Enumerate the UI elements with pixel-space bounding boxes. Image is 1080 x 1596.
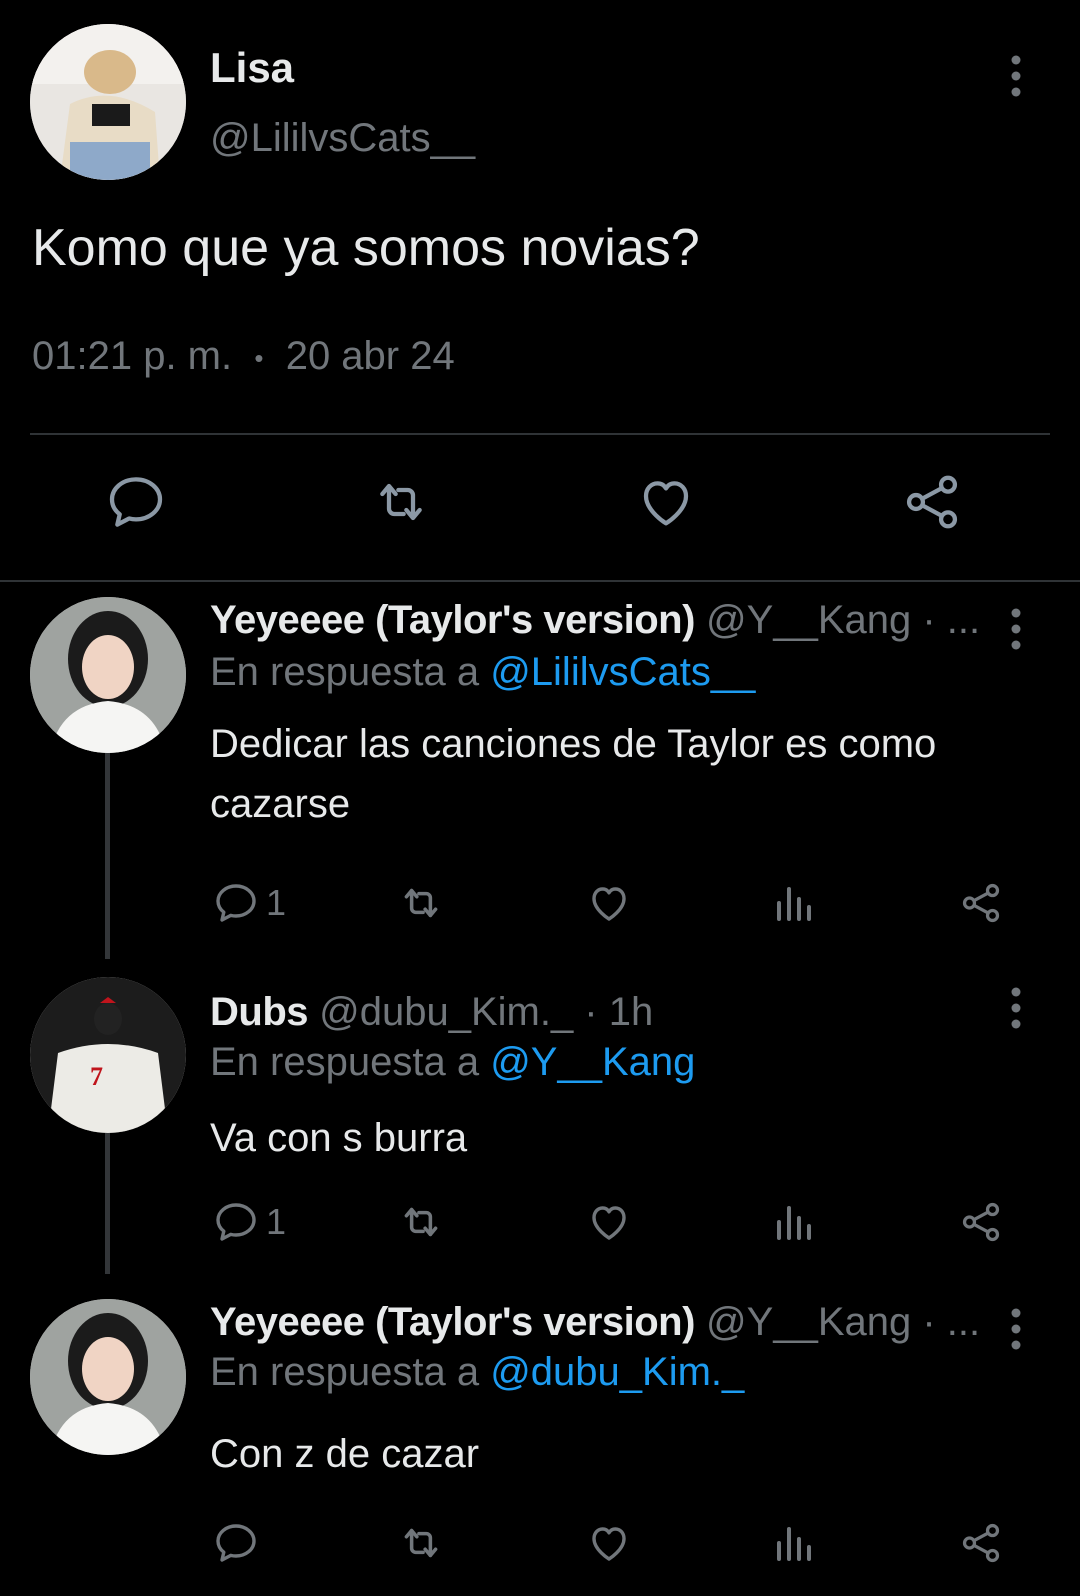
reply-header: Yeyeeee (Taylor's version) @Y__Kang · ..… bbox=[210, 1300, 980, 1345]
more-icon[interactable] bbox=[1004, 605, 1028, 653]
like-icon[interactable] bbox=[634, 470, 698, 534]
reply-prefix: En respuesta a bbox=[210, 650, 491, 694]
divider bbox=[0, 580, 1080, 582]
avatar-yeyeeee[interactable] bbox=[30, 1299, 186, 1455]
author-handle[interactable]: @LililvsCats__ bbox=[210, 116, 475, 161]
reply-button[interactable] bbox=[212, 1518, 266, 1568]
retweet-icon[interactable] bbox=[396, 878, 446, 928]
reply-button[interactable]: 1 bbox=[212, 878, 286, 928]
retweet-icon[interactable] bbox=[396, 1197, 446, 1247]
reply-author-name[interactable]: Yeyeeee (Taylor's version) bbox=[210, 1300, 695, 1344]
reply-action-bar bbox=[0, 1518, 1080, 1578]
reply-to-link[interactable]: @dubu_Kim._ bbox=[490, 1350, 744, 1394]
share-icon[interactable] bbox=[900, 470, 964, 534]
reply-button[interactable]: 1 bbox=[212, 1197, 286, 1247]
tweet-timestamp: 01:21 p. m. • 20 abr 24 bbox=[32, 334, 455, 379]
like-icon[interactable] bbox=[585, 1197, 633, 1247]
reply-author-meta[interactable]: @Y__Kang · ... bbox=[695, 598, 980, 642]
more-icon[interactable] bbox=[1004, 1305, 1028, 1353]
retweet-icon[interactable] bbox=[396, 1518, 446, 1568]
tweet-text: Komo que ya somos novias? bbox=[32, 219, 700, 277]
reply-action-bar: 1 bbox=[0, 1197, 1080, 1257]
retweet-icon[interactable] bbox=[369, 470, 433, 534]
share-icon[interactable] bbox=[958, 878, 1004, 928]
avatar-dubs[interactable]: 7 bbox=[30, 977, 186, 1133]
tweet-date: 20 abr 24 bbox=[285, 334, 455, 378]
reply-author-name[interactable]: Yeyeeee (Taylor's version) bbox=[210, 598, 695, 642]
share-icon[interactable] bbox=[958, 1518, 1004, 1568]
tweet-time: 01:21 p. m. bbox=[32, 334, 233, 378]
reply-action-bar: 1 bbox=[0, 878, 1080, 938]
avatar-lisa[interactable] bbox=[30, 24, 186, 180]
reply-context: En respuesta a @Y__Kang bbox=[210, 1040, 695, 1085]
reply-text: Con z de cazar bbox=[210, 1432, 480, 1476]
reply-context: En respuesta a @dubu_Kim._ bbox=[210, 1350, 744, 1395]
reply-text: Va con s burra bbox=[210, 1116, 468, 1160]
reply-header: Dubs @dubu_Kim._ · 1h bbox=[210, 990, 653, 1035]
views-icon[interactable] bbox=[773, 878, 817, 928]
svg-text:7: 7 bbox=[90, 1062, 103, 1091]
reply-author-meta[interactable]: @dubu_Kim._ · 1h bbox=[308, 990, 653, 1034]
like-icon[interactable] bbox=[585, 1518, 633, 1568]
reply-author-meta[interactable]: @Y__Kang · ... bbox=[695, 1300, 980, 1344]
reply-to-link[interactable]: @Y__Kang bbox=[490, 1040, 695, 1084]
divider bbox=[30, 433, 1050, 435]
share-icon[interactable] bbox=[958, 1197, 1004, 1247]
reply-text: Dedicar las canciones de Taylor es como … bbox=[210, 722, 937, 826]
reply-icon[interactable] bbox=[104, 470, 168, 534]
reply-header: Yeyeeee (Taylor's version) @Y__Kang · ..… bbox=[210, 598, 980, 643]
reply-icon bbox=[212, 1198, 260, 1246]
reply-icon bbox=[212, 879, 260, 927]
views-icon[interactable] bbox=[773, 1518, 817, 1568]
more-icon[interactable] bbox=[1004, 984, 1028, 1032]
reply-to-link[interactable]: @LililvsCats__ bbox=[490, 650, 755, 694]
reply-prefix: En respuesta a bbox=[210, 1040, 491, 1084]
timestamp-separator: • bbox=[254, 342, 264, 373]
reply-author-name[interactable]: Dubs bbox=[210, 990, 309, 1034]
reply-icon bbox=[212, 1519, 260, 1567]
like-icon[interactable] bbox=[585, 878, 633, 928]
avatar-yeyeeee[interactable] bbox=[30, 597, 186, 753]
more-icon[interactable] bbox=[1004, 52, 1028, 100]
reply-context: En respuesta a @LililvsCats__ bbox=[210, 650, 755, 695]
reply-prefix: En respuesta a bbox=[210, 1350, 491, 1394]
main-action-bar bbox=[0, 470, 1080, 540]
author-name[interactable]: Lisa bbox=[210, 44, 294, 92]
reply-count: 1 bbox=[266, 882, 287, 923]
views-icon[interactable] bbox=[773, 1197, 817, 1247]
reply-count: 1 bbox=[266, 1201, 287, 1242]
